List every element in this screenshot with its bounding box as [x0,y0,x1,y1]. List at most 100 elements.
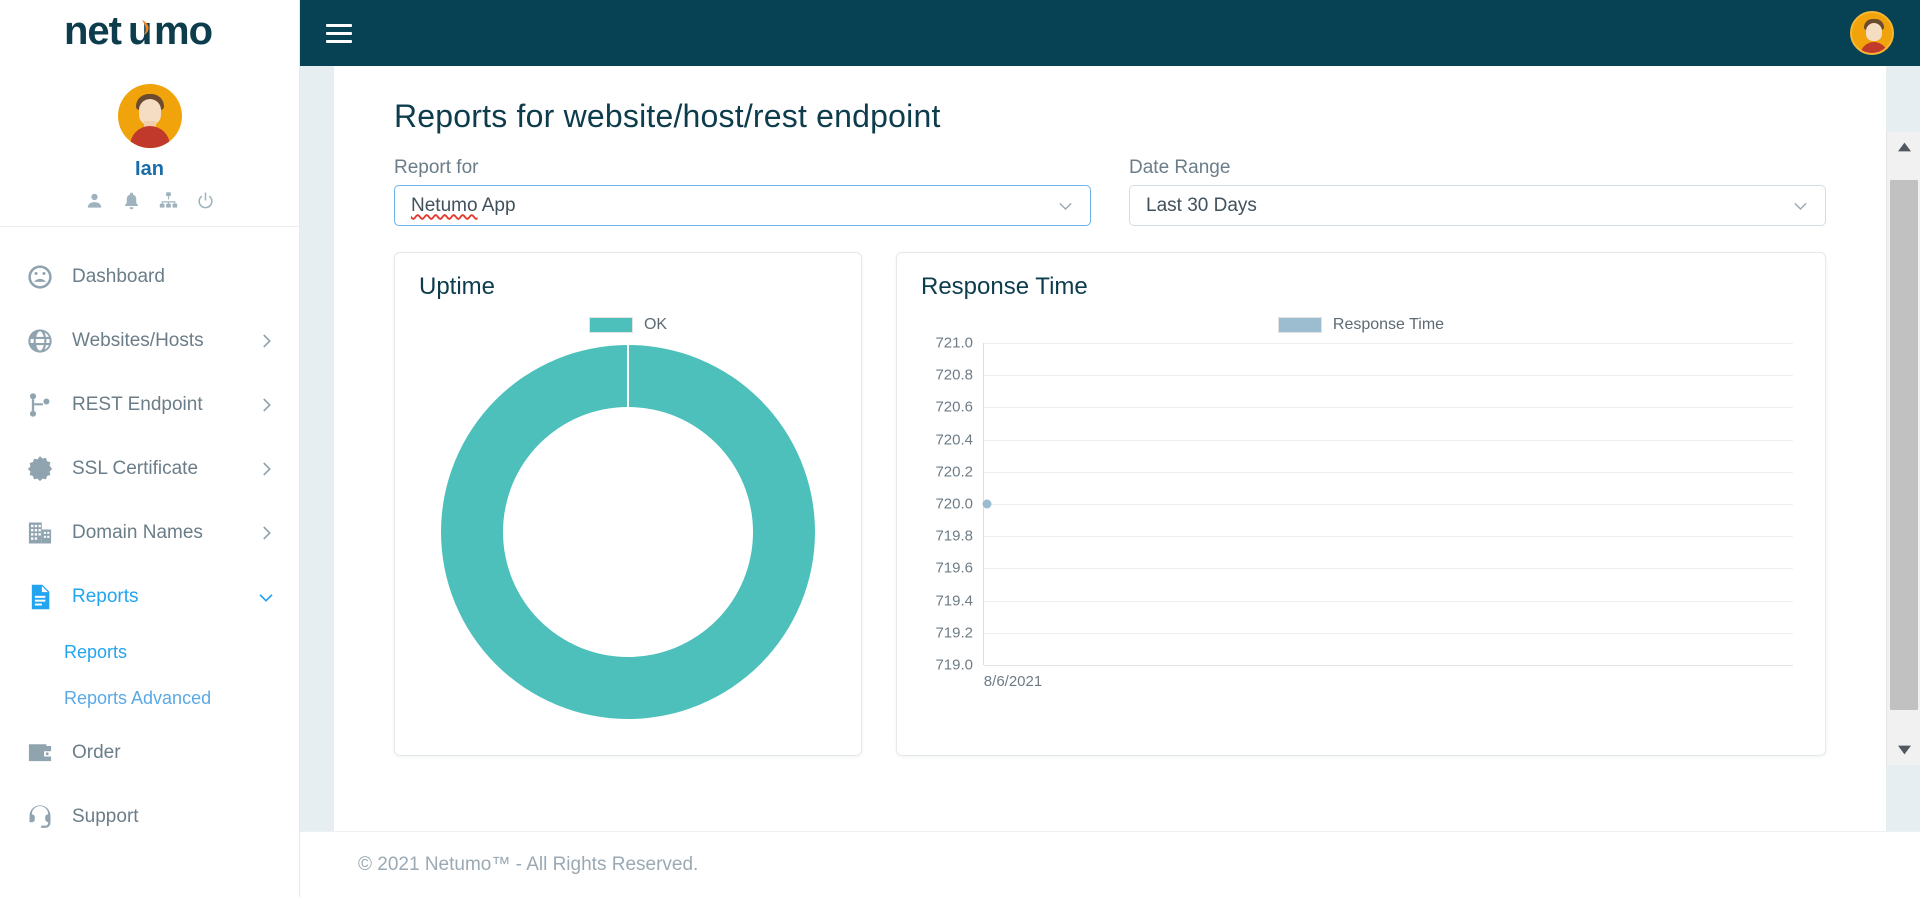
donut[interactable] [441,345,815,719]
filters-row: Report for Netumo App Date Range Last 30… [394,157,1826,226]
y-axis-tick-label: 719.6 [935,559,973,577]
uptime-legend: OK [419,311,837,339]
avatar[interactable] [117,84,182,148]
app-root: net u mo Ian Dashboard Websites/Hosts RE… [0,0,1920,897]
sidebar-subitem-reports[interactable]: Reports [0,629,299,675]
chevron-down-icon [257,588,275,606]
y-axis-tick-label: 720.0 [935,495,973,513]
y-axis-tick-label: 720.8 [935,366,973,384]
gridline [984,471,1793,473]
gridline [984,600,1793,602]
sidebar-item-support[interactable]: Support [0,785,299,849]
sidebar-item-ssl-certificate[interactable]: SSL Certificate [0,437,299,501]
sidebar-subitem-label: Reports [64,641,128,662]
netumo-wordmark-icon: net u mo [64,10,213,53]
scrollbar-thumb[interactable] [1890,180,1918,710]
legend-label-ok: OK [643,316,668,333]
response-time-card: Response Time Response Time 721.0 720.8 72… [896,252,1826,756]
sidebar-item-label: Domain Names [72,522,203,543]
gauge-icon [24,261,56,293]
sidebar-item-websites-hosts[interactable]: Websites/Hosts [0,309,299,373]
date-range-select[interactable]: Last 30 Days [1129,185,1826,226]
topbar-avatar[interactable] [1850,11,1894,55]
sidebar-item-rest-endpoint[interactable]: REST Endpoint [0,373,299,437]
netumo-logo: net u mo [64,10,236,56]
response-time-legend: Response Time [921,311,1801,339]
sidebar-item-label: Support [72,806,139,827]
profile-quick-icons [0,191,299,210]
chevron-right-icon [257,332,275,350]
sidebar-item-reports[interactable]: Reports [0,565,299,629]
scroll-up-arrow[interactable] [1887,132,1920,162]
report-for-select[interactable]: Netumo App [394,185,1091,226]
content-panel: Reports for website/host/rest endpoint R… [334,66,1886,831]
chevron-down-icon[interactable] [1057,197,1074,214]
profile-icon[interactable] [85,191,104,210]
scroll-down-arrow[interactable] [1887,735,1920,765]
response-time-card-title: Response Time [921,273,1088,300]
footer: © 2021 Netumo™ - All Rights Reserved. [300,831,1920,897]
sitemap-icon[interactable] [159,191,178,210]
y-axis-tick-label: 720.2 [935,463,973,481]
date-range-value: Last 30 Days [1146,194,1257,216]
svg-text:u: u [128,10,151,53]
plot-area[interactable] [982,343,1793,666]
uptime-card-title: Uptime [419,273,496,300]
branch-icon [24,389,56,421]
hamburger-icon[interactable] [326,19,352,48]
gridline [984,665,1793,666]
bell-icon[interactable] [122,191,141,210]
donut-hole [503,407,753,657]
legend-label-response-time: Response Time [1332,316,1445,333]
sidebar-nav: Dashboard Websites/Hosts REST Endpoint S… [0,227,299,849]
chevron-right-icon [257,396,275,414]
gridline [984,439,1793,441]
y-axis-tick-label: 719.8 [935,527,973,545]
data-point[interactable] [982,499,992,509]
gridline [984,632,1793,634]
report-for-field: Report for Netumo App [394,157,1091,226]
x-axis-tick-label: 8/6/2021 [983,673,1043,690]
y-axis-tick-label: 719.4 [935,592,973,610]
sidebar-item-dashboard[interactable]: Dashboard [0,245,299,309]
report-for-value: Netumo App [411,195,516,217]
sidebar-item-domain-names[interactable]: Domain Names [0,501,299,565]
y-axis-tick-label: 721.0 [935,334,973,352]
gridline [984,504,1793,505]
sidebar-item-label: Reports [72,586,139,607]
scrollbar-vertical[interactable] [1886,132,1920,765]
donut-seam [627,345,629,409]
sidebar-profile: Ian [0,66,299,227]
legend-swatch-response-time[interactable] [1277,317,1322,333]
gridline [984,343,1793,344]
power-icon[interactable] [196,191,215,210]
y-axis-tick-label: 719.2 [935,624,973,642]
y-axis-ticks: 721.0 720.8 720.6 720.4 720.2 720.0 719.8 719.6… [921,335,979,674]
chevron-down-icon[interactable] [1792,197,1809,214]
sidebar-subitem-label: Reports Advanced [64,687,212,708]
legend-swatch-ok[interactable] [588,317,633,333]
uptime-donut-chart [419,345,837,719]
footer-text: © 2021 Netumo™ - All Rights Reserved. [358,853,699,875]
page-title: Reports for website/host/rest endpoint [394,98,941,134]
wallet-icon [24,737,56,769]
sidebar-item-label: SSL Certificate [72,458,199,479]
certificate-icon [24,453,56,485]
sidebar-item-label: REST Endpoint [72,394,203,415]
sidebar-subitem-reports-advanced[interactable]: Reports Advanced [0,675,299,721]
uptime-card: Uptime OK [394,252,862,756]
main-area: Reports for website/host/rest endpoint R… [300,0,1920,897]
brand-logo[interactable]: net u mo [0,0,299,66]
date-range-label: Date Range [1129,157,1231,178]
gridline [984,407,1793,409]
svg-text:mo: mo [154,10,212,53]
gridline [984,375,1793,377]
y-axis-tick-label: 720.6 [935,398,973,416]
response-time-line-chart: 721.0 720.8 720.6 720.4 720.2 720.0 719.8 719.6… [921,335,1801,703]
building-icon [24,517,56,549]
sidebar-item-order[interactable]: Order [0,721,299,785]
sidebar-item-label: Dashboard [72,266,165,287]
report-for-value-brand: Netumo [411,194,478,216]
globe-icon [24,325,56,357]
sidebar: net u mo Ian Dashboard Websites/Hosts RE… [0,0,300,897]
